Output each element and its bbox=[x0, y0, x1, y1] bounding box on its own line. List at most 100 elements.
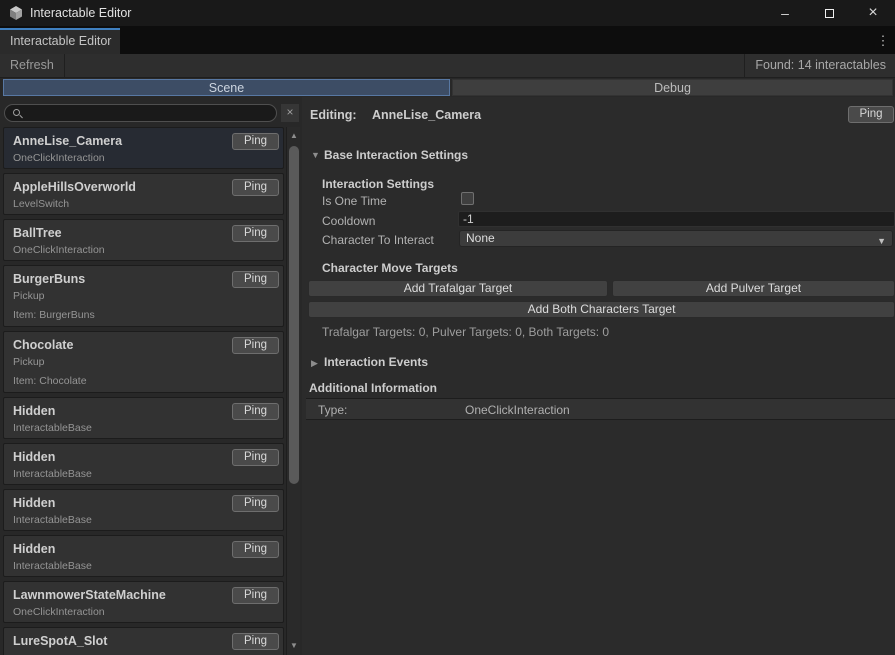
list-item-name: Hidden bbox=[13, 542, 227, 557]
title-bar[interactable]: Interactable Editor – × bbox=[0, 0, 895, 26]
tab-menu-icon[interactable]: ⋮ bbox=[875, 32, 891, 50]
cooldown-field[interactable]: -1 bbox=[458, 211, 895, 227]
list-item-ping-button[interactable]: Ping bbox=[232, 495, 279, 512]
list-item-name: LureSpotA_Slot bbox=[13, 634, 227, 649]
list-item-ping-button[interactable]: Ping bbox=[232, 541, 279, 558]
foldout-open-icon[interactable]: ▼ bbox=[311, 150, 320, 160]
list-item-name: AnneLise_Camera bbox=[13, 134, 227, 149]
search-input[interactable] bbox=[4, 104, 277, 122]
maximize-icon[interactable] bbox=[809, 0, 849, 26]
refresh-button[interactable]: Refresh bbox=[0, 54, 65, 78]
list-item-subtitles: LevelSwitch bbox=[13, 195, 227, 214]
list-item-subtitle: InteractableBase bbox=[13, 557, 227, 576]
list-item-subtitle: Item: Chocolate bbox=[13, 372, 227, 391]
list-item-name: AppleHillsOverworld bbox=[13, 180, 227, 195]
character-to-interact-label: Character To Interact bbox=[322, 233, 434, 247]
tab-debug[interactable]: Debug bbox=[452, 79, 893, 96]
list-item-ping-button[interactable]: Ping bbox=[232, 633, 279, 650]
list-item[interactable]: LureSpotA_Slot Ping bbox=[3, 627, 284, 655]
list-item-subtitle: LevelSwitch bbox=[13, 195, 227, 214]
editing-label: Editing: bbox=[310, 108, 357, 122]
list-item-name: BurgerBuns bbox=[13, 272, 227, 287]
list-item[interactable]: BallTree OneClickInteraction Ping bbox=[3, 219, 284, 261]
character-move-targets-header: Character Move Targets bbox=[322, 261, 458, 275]
list-item-subtitles: OneClickInteraction bbox=[13, 149, 227, 168]
list-item-subtitle: OneClickInteraction bbox=[13, 603, 227, 622]
window-title: Interactable Editor bbox=[30, 6, 131, 20]
is-one-time-label: Is One Time bbox=[322, 194, 387, 208]
list-item[interactable]: Hidden InteractableBase Ping bbox=[3, 489, 284, 531]
editing-target-name: AnneLise_Camera bbox=[372, 108, 481, 122]
list-item[interactable]: Hidden InteractableBase Ping bbox=[3, 535, 284, 577]
search-clear-button[interactable]: × bbox=[281, 104, 299, 122]
chevron-down-icon: ▼ bbox=[877, 234, 886, 249]
list-item-subtitles: InteractableBase bbox=[13, 557, 227, 576]
list-item-subtitles: InteractableBase bbox=[13, 511, 227, 530]
tab-scene[interactable]: Scene bbox=[3, 79, 450, 96]
close-icon[interactable]: × bbox=[853, 0, 893, 26]
list-item-subtitles: PickupItem: BurgerBuns bbox=[13, 287, 227, 325]
type-value: OneClickInteraction bbox=[465, 403, 570, 417]
list-item-ping-button[interactable]: Ping bbox=[232, 225, 279, 242]
list-item-subtitles: OneClickInteraction bbox=[13, 241, 227, 260]
list-item-name: BallTree bbox=[13, 226, 227, 241]
list-item-ping-button[interactable]: Ping bbox=[232, 449, 279, 466]
list-item-ping-button[interactable]: Ping bbox=[232, 587, 279, 604]
type-row: Type: OneClickInteraction bbox=[306, 398, 895, 420]
list-item[interactable]: BurgerBuns PickupItem: BurgerBuns Ping bbox=[3, 265, 284, 327]
add-pulver-target-button[interactable]: Add Pulver Target bbox=[612, 280, 895, 297]
list-item[interactable]: Hidden InteractableBase Ping bbox=[3, 443, 284, 485]
list-item[interactable]: AnneLise_Camera OneClickInteraction Ping bbox=[3, 127, 284, 169]
app-cube-icon bbox=[8, 5, 24, 21]
list-item-ping-button[interactable]: Ping bbox=[232, 179, 279, 196]
list-item-subtitle: InteractableBase bbox=[13, 511, 227, 530]
foldout-closed-icon[interactable]: ▶ bbox=[311, 358, 318, 369]
list-item-subtitle: Pickup bbox=[13, 353, 227, 372]
additional-information-header: Additional Information bbox=[309, 381, 437, 395]
base-interaction-settings-foldout[interactable]: Base Interaction Settings bbox=[324, 148, 468, 162]
list-item-subtitle: Item: BurgerBuns bbox=[13, 306, 227, 325]
list-item-ping-button[interactable]: Ping bbox=[232, 271, 279, 288]
scroll-up-icon[interactable]: ▲ bbox=[287, 129, 301, 143]
search-icon bbox=[13, 109, 20, 116]
scrollbar-thumb[interactable] bbox=[289, 146, 299, 484]
list-item[interactable]: AppleHillsOverworld LevelSwitch Ping bbox=[3, 173, 284, 215]
cooldown-label: Cooldown bbox=[322, 214, 375, 228]
toolbar: Refresh Found: 14 interactables bbox=[0, 54, 895, 78]
minimize-icon[interactable]: – bbox=[765, 0, 805, 26]
scroll-down-icon[interactable]: ▼ bbox=[287, 639, 301, 653]
interaction-settings-header: Interaction Settings bbox=[322, 177, 434, 191]
list-item-name: Chocolate bbox=[13, 338, 227, 353]
editor-tab-strip: Interactable Editor ⋮ bbox=[0, 26, 895, 54]
maximize-box-icon bbox=[825, 9, 834, 18]
list-item-name: LawnmowerStateMachine bbox=[13, 588, 227, 603]
editor-ping-button[interactable]: Ping bbox=[848, 106, 894, 123]
list-item-subtitles: InteractableBase bbox=[13, 465, 227, 484]
editor-panel: Editing: AnneLise_Camera Ping ▼ Base Int… bbox=[302, 97, 895, 655]
list-item-subtitles: InteractableBase bbox=[13, 419, 227, 438]
interaction-events-foldout[interactable]: Interaction Events bbox=[324, 355, 428, 369]
list-item[interactable]: Chocolate PickupItem: Chocolate Ping bbox=[3, 331, 284, 393]
list-item-ping-button[interactable]: Ping bbox=[232, 337, 279, 354]
list-item-subtitle: InteractableBase bbox=[13, 419, 227, 438]
type-label: Type: bbox=[318, 403, 347, 417]
is-one-time-checkbox[interactable] bbox=[461, 192, 474, 205]
character-to-interact-dropdown[interactable]: None ▼ bbox=[459, 230, 893, 247]
list-item-subtitles: PickupItem: Chocolate bbox=[13, 353, 227, 391]
list-item[interactable]: Hidden InteractableBase Ping bbox=[3, 397, 284, 439]
character-dropdown-value: None bbox=[466, 231, 495, 245]
list-scrollbar[interactable]: ▲ ▼ bbox=[286, 127, 300, 655]
add-trafalgar-target-button[interactable]: Add Trafalgar Target bbox=[308, 280, 608, 297]
list-item-subtitle: OneClickInteraction bbox=[13, 241, 227, 260]
list-item-subtitle: Pickup bbox=[13, 287, 227, 306]
list-item-ping-button[interactable]: Ping bbox=[232, 133, 279, 150]
list-item-ping-button[interactable]: Ping bbox=[232, 403, 279, 420]
tab-interactable-editor[interactable]: Interactable Editor bbox=[0, 28, 120, 54]
list-item-subtitle: OneClickInteraction bbox=[13, 149, 227, 168]
add-both-characters-target-button[interactable]: Add Both Characters Target bbox=[308, 301, 895, 318]
list-item-subtitle: InteractableBase bbox=[13, 465, 227, 484]
toolbar-separator bbox=[744, 54, 745, 78]
list-item-name: Hidden bbox=[13, 450, 227, 465]
list-item[interactable]: LawnmowerStateMachine OneClickInteractio… bbox=[3, 581, 284, 623]
list-item-name: Hidden bbox=[13, 496, 227, 511]
